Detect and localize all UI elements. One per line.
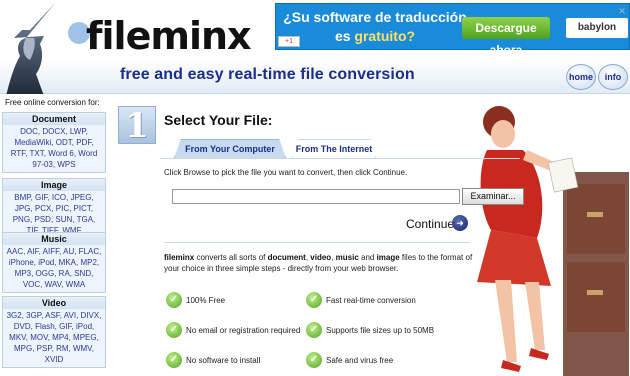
- sidebar-section-title: Document: [3, 113, 105, 125]
- description-keyword: image: [376, 253, 400, 262]
- browse-button[interactable]: Examinar...: [462, 188, 524, 205]
- tagline: free and easy real-time file conversion: [120, 66, 415, 83]
- checkmark-icon: ✓: [166, 352, 182, 368]
- checkmark-icon: ✓: [306, 292, 322, 308]
- ad-brand-logo: babylon: [566, 18, 628, 38]
- tagline-bar: free and easy real-time file conversion …: [0, 60, 630, 94]
- description: fileminx converts all sorts of document,…: [164, 252, 474, 274]
- ad-line-2: es: [334, 28, 355, 44]
- feature-item: ✓ No email or registration required: [166, 322, 316, 338]
- tab-from-internet[interactable]: From The Internet: [292, 139, 376, 158]
- ad-highlight: gratuito?: [354, 28, 416, 44]
- sidebar-format-links[interactable]: BMP, GIF, ICO, JPEG, JPG, PCX, PIC, PICT…: [3, 191, 105, 238]
- feature-label: Safe and virus free: [326, 356, 394, 365]
- step-title: Select Your File:: [164, 112, 273, 128]
- feature-label: No email or registration required: [186, 326, 301, 335]
- home-button[interactable]: home: [566, 64, 596, 90]
- feature-label: 100% Free: [186, 296, 226, 305]
- checkmark-icon: ✓: [306, 322, 322, 338]
- tabs-underline: [160, 158, 520, 159]
- witch-mascot-icon: [6, 2, 56, 96]
- sidebar-section-music: Music AAC, AIF, AIFF, AU, FLAC, iPhone, …: [2, 232, 106, 293]
- main-content: 1 Select Your File: From Your Computer F…: [112, 94, 630, 376]
- header: free and easy real-time file conversion …: [0, 0, 630, 96]
- sidebar-format-links[interactable]: DOC, DOCX, LWP, MediaWiki, ODT, PDF, RTF…: [3, 125, 105, 172]
- sidebar-intro: Free online conversion for:: [5, 98, 100, 107]
- description-brand: fileminx: [164, 253, 195, 262]
- advertisement-banner[interactable]: ¿Su software de traducción es gratuito? …: [275, 3, 630, 57]
- feature-item: ✓ No software to install: [166, 352, 316, 368]
- sidebar-section-document: Document DOC, DOCX, LWP, MediaWiki, ODT,…: [2, 112, 106, 173]
- feature-item: ✓ 100% Free: [166, 292, 316, 308]
- continue-arrow-icon[interactable]: ➜: [452, 215, 468, 231]
- sidebar-section-title: Video: [3, 297, 105, 309]
- sidebar-section-video: Video 3G2, 3GP, ASF, AVI, DIVX, DVD, Fla…: [2, 296, 106, 368]
- checkmark-icon: ✓: [166, 322, 182, 338]
- description-keyword: music: [335, 253, 359, 262]
- feature-label: Supports file sizes up to 50MB: [326, 326, 435, 335]
- divider: [164, 242, 470, 243]
- feature-item: ✓ Fast real-time conversion: [306, 292, 466, 308]
- ad-download-button[interactable]: Descargue ahora: [462, 17, 550, 57]
- feature-label: Fast real-time conversion: [326, 296, 416, 305]
- sidebar-section-title: Music: [3, 233, 105, 245]
- ad-close-icon[interactable]: ✕: [617, 6, 627, 16]
- description-keyword: video: [310, 253, 332, 262]
- sidebar-section-title: Image: [3, 179, 105, 191]
- info-button[interactable]: info: [598, 64, 628, 90]
- sidebar: Free online conversion for: Document DOC…: [0, 94, 110, 376]
- tab-from-computer[interactable]: From Your Computer: [174, 139, 286, 158]
- sidebar-format-links[interactable]: 3G2, 3GP, ASF, AVI, DIVX, DVD, Flash, GI…: [3, 309, 105, 367]
- ad-line-1: ¿Su software de traducción: [283, 9, 467, 25]
- ad-text: ¿Su software de traducción es gratuito?: [280, 8, 470, 46]
- sidebar-section-image: Image BMP, GIF, ICO, JPEG, JPG, PCX, PIC…: [2, 178, 106, 239]
- step-number-badge: 1: [118, 106, 156, 145]
- checkmark-icon: ✓: [306, 352, 322, 368]
- checkmark-icon: ✓: [166, 292, 182, 308]
- continue-button[interactable]: Continue: [406, 216, 454, 232]
- feature-item: ✓ Supports file sizes up to 50MB: [306, 322, 466, 338]
- logo[interactable]: fileminx: [86, 14, 252, 58]
- feature-label: No software to install: [186, 356, 261, 365]
- description-keyword: document: [267, 253, 306, 262]
- page: free and easy real-time file conversion …: [0, 0, 630, 376]
- upload-instructions: Click Browse to pick the file you want t…: [164, 168, 408, 177]
- description-text: and: [358, 253, 377, 262]
- file-path-input[interactable]: [172, 189, 460, 204]
- sidebar-format-links[interactable]: AAC, AIF, AIFF, AU, FLAC, iPhone, iPod, …: [3, 245, 105, 292]
- description-text: converts all sorts of: [194, 253, 268, 262]
- google-plus-one-button[interactable]: +1: [278, 36, 300, 47]
- pinup-illustration-icon: [477, 106, 629, 376]
- feature-item: ✓ Safe and virus free: [306, 352, 466, 368]
